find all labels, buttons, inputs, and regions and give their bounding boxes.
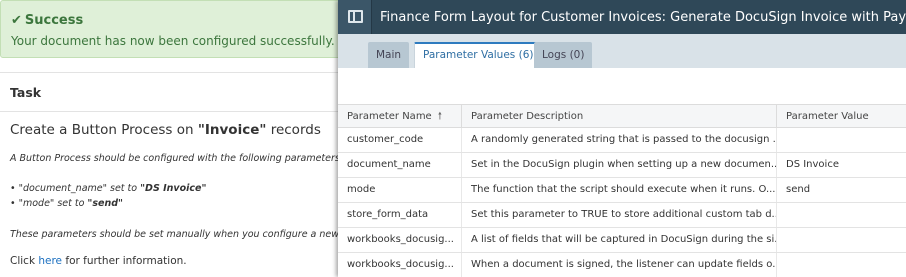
task-title: Create a Button Process on "Invoice" rec…: [10, 122, 321, 138]
cell-parameter-value: [777, 203, 906, 227]
alert-message: Your document has now been configured su…: [11, 34, 340, 48]
col-parameter-name[interactable]: Parameter Name 🠕: [338, 105, 462, 129]
task-heading: Task: [10, 85, 42, 100]
task-title-record: "Invoice": [197, 122, 267, 138]
process-modal: Finance Form Layout for Customer Invoice…: [338, 0, 906, 277]
task-note: These parameters should be set manually …: [10, 229, 340, 240]
table-row[interactable]: mode The function that the script should…: [338, 178, 906, 203]
cell-parameter-name: workbooks_docusig...: [338, 253, 462, 277]
tab-parameter-values[interactable]: Parameter Values (6): [414, 42, 543, 68]
sidebar-panel-icon: [348, 10, 363, 23]
task-title-prefix: Create a Button Process on: [10, 122, 198, 138]
cell-parameter-name: mode: [338, 178, 462, 202]
tab-logs[interactable]: Logs (0): [534, 42, 593, 68]
task-page: ✔ Success Your document has now been conf…: [0, 0, 340, 277]
tab-bar: Main Parameter Values (6) Logs (0): [338, 34, 906, 68]
cell-parameter-value: DS Invoice: [786, 159, 839, 170]
sort-ascending-icon: 🠕: [437, 111, 443, 122]
table-row[interactable]: workbooks_docusig... A list of fields th…: [338, 228, 906, 253]
success-alert: ✔ Success Your document has now been conf…: [0, 0, 340, 58]
alert-title: ✔ Success: [11, 13, 83, 28]
cell-parameter-name: workbooks_docusig...: [338, 228, 462, 252]
cell-parameter-description: A randomly generated string that is pass…: [462, 128, 777, 152]
task-header: Task: [0, 72, 340, 112]
col-parameter-name-label: Parameter Name: [347, 111, 432, 122]
table-header: Parameter Name 🠕 Parameter Description Pa…: [338, 104, 906, 129]
cell-parameter-value: send: [786, 184, 811, 195]
cell-parameter-name: customer_code: [338, 128, 462, 152]
col-parameter-value[interactable]: Parameter Value: [777, 105, 906, 129]
table-row[interactable]: workbooks_docusig... When a document is …: [338, 253, 906, 277]
tab-main[interactable]: Main: [368, 42, 410, 68]
cell-parameter-name: document_name: [338, 153, 462, 177]
toggle-panel-button[interactable]: [338, 0, 372, 34]
help-prefix: Click: [10, 255, 39, 267]
cell-parameter-description: The function that the script should exec…: [462, 178, 777, 202]
col-parameter-description[interactable]: Parameter Description: [462, 105, 777, 129]
cell-parameter-description: Set in the DocuSign plugin when setting …: [462, 153, 777, 177]
cell-parameter-value: [777, 228, 906, 252]
check-icon: ✔: [11, 13, 22, 28]
help-link[interactable]: here: [38, 255, 62, 267]
alert-title-text: Success: [24, 13, 84, 28]
modal-header: Finance Form Layout for Customer Invoice…: [338, 0, 906, 34]
task-intro: A Button Process should be configured wi…: [10, 153, 340, 164]
cell-parameter-description: When a document is signed, the listener …: [462, 253, 777, 277]
cell-parameter-value: [777, 253, 906, 277]
param-2-label: • "mode" set to: [10, 198, 88, 209]
param-1-value: "DS Invoice": [140, 183, 207, 194]
table-row[interactable]: document_name Set in the DocuSign plugin…: [338, 153, 906, 178]
cell-parameter-name: store_form_data: [338, 203, 462, 227]
cell-parameter-description: A list of fields that will be captured i…: [462, 228, 777, 252]
param-1-label: • "document_name" set to: [10, 183, 141, 194]
task-help: Click here for further information.: [10, 255, 187, 267]
modal-title: Finance Form Layout for Customer Invoice…: [380, 10, 906, 25]
task-title-suffix: records: [266, 122, 321, 138]
table-row[interactable]: store_form_data Set this parameter to TR…: [338, 203, 906, 228]
cell-parameter-description: Set this parameter to TRUE to store addi…: [462, 203, 777, 227]
cell-parameter-value: [777, 128, 906, 152]
task-param-2: • "mode" set to "send": [10, 198, 123, 209]
table-row[interactable]: customer_code A randomly generated strin…: [338, 128, 906, 153]
param-2-value: "send": [87, 198, 123, 209]
task-param-1: • "document_name" set to "DS Invoice": [10, 183, 206, 194]
help-suffix: for further information.: [62, 255, 187, 267]
